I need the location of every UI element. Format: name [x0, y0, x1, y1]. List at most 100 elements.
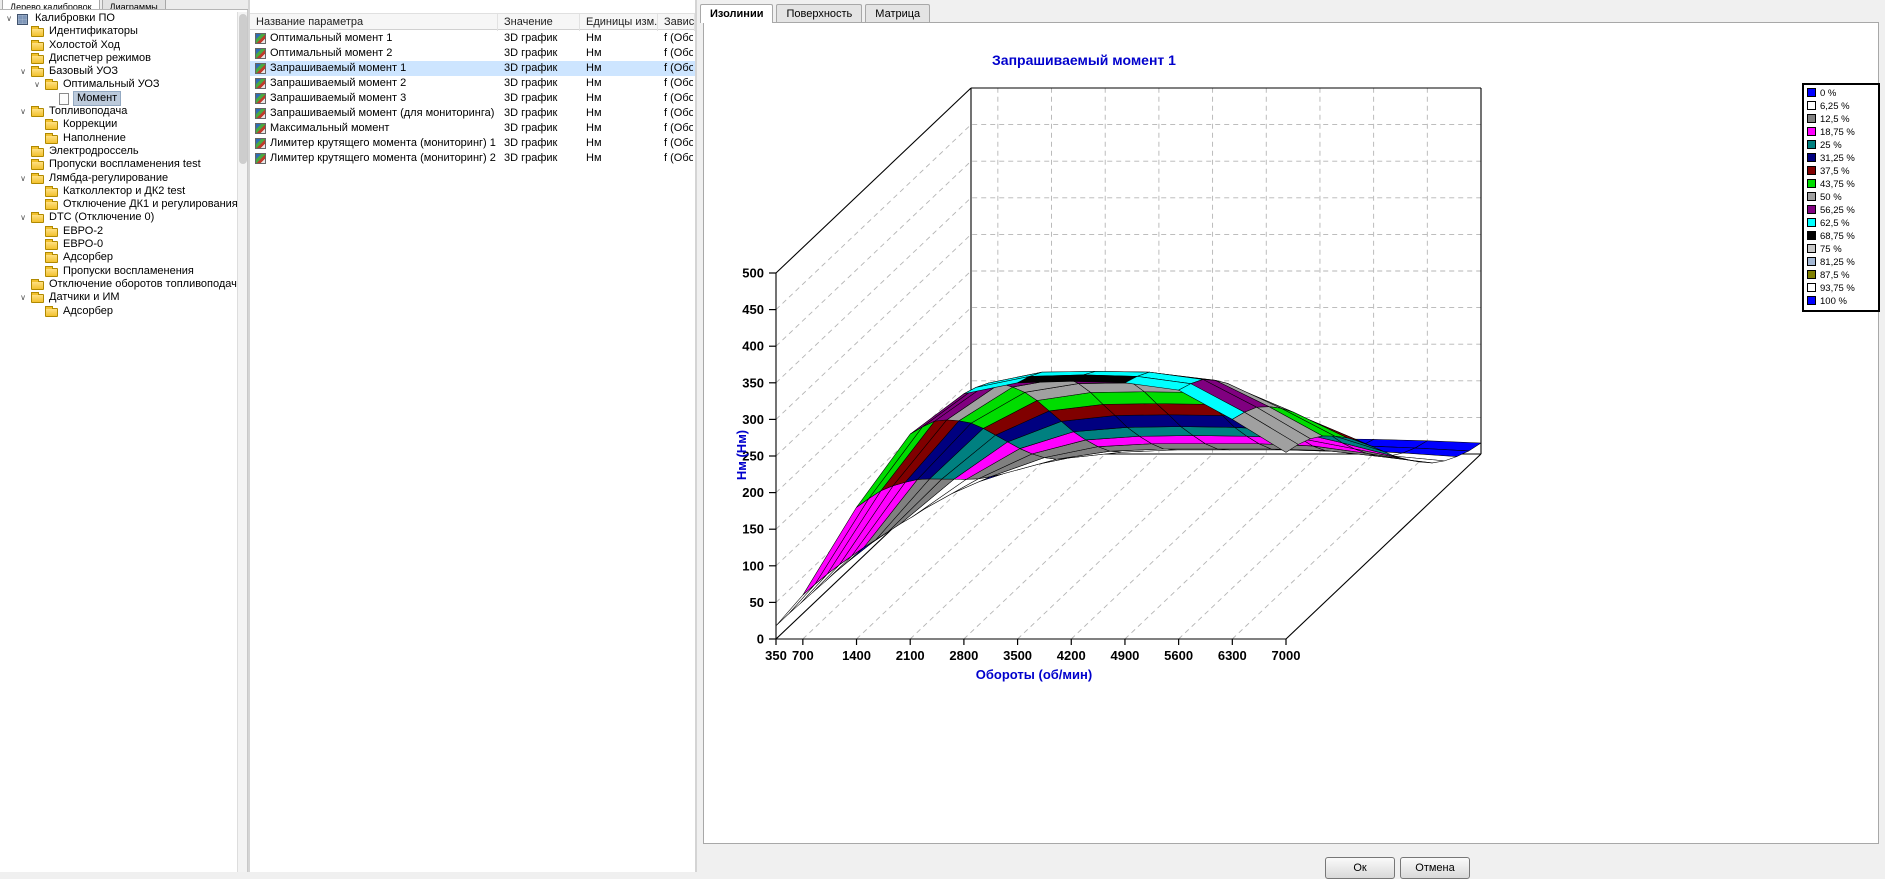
tree-item[interactable]: Отключение ДК1 и регулирования	[0, 198, 238, 211]
legend-label: 56,25 %	[1820, 205, 1855, 216]
tab-isolines[interactable]: Изолинии	[700, 4, 773, 23]
legend-item: 56,25 %	[1807, 204, 1875, 217]
tree-item[interactable]: Адсорбер	[0, 251, 238, 264]
y-tick-label: 200	[742, 485, 764, 500]
tree-item[interactable]: Коррекции	[0, 118, 238, 131]
legend-color-swatch	[1807, 231, 1816, 240]
legend-item: 43,75 %	[1807, 178, 1875, 191]
table-row[interactable]: Запрашиваемый момент 13D графикНмf (Обо	[250, 61, 695, 76]
tree-item[interactable]: Катколлектор и ДК2 test	[0, 185, 238, 198]
cell-dep: f (Обо	[664, 76, 693, 91]
legend-color-swatch	[1807, 166, 1816, 175]
x-tick-label: 5600	[1164, 648, 1193, 663]
tree-item-label: DTC (Отключение 0)	[46, 211, 157, 224]
tree-item[interactable]: Идентификаторы	[0, 25, 238, 38]
tree-item[interactable]: ∨ DTC (Отключение 0)	[0, 211, 238, 224]
tree-item-label: Адсорбер	[60, 305, 116, 318]
left-tab[interactable]: Дерево калибровок	[2, 0, 100, 9]
tree-item[interactable]: Наполнение	[0, 132, 238, 145]
folder-icon	[45, 121, 58, 130]
x-tick-label: 700	[792, 648, 814, 663]
legend-label: 93,75 %	[1820, 283, 1855, 294]
tree-item[interactable]: ЕВРО-2	[0, 225, 238, 238]
table-row[interactable]: Запрашиваемый момент 23D графикНмf (Обо	[250, 76, 695, 91]
tree-item[interactable]: ЕВРО-0	[0, 238, 238, 251]
grid-line	[776, 198, 1481, 383]
grid-line	[776, 125, 1481, 310]
expander-icon[interactable]: ∨	[18, 292, 28, 303]
grid-line	[964, 88, 1159, 639]
tree-item[interactable]: ∨Калибровки ПО	[0, 12, 238, 25]
folder-icon	[31, 281, 44, 290]
tree-item[interactable]: ∨Базовый УОЗ	[0, 65, 238, 78]
tree-item[interactable]: ∨Топливоподача	[0, 105, 238, 118]
torque-3d-chart[interactable]: 0501001502002503003504004505003507001400…	[704, 23, 1878, 843]
cell-name: Лимитер крутящего момента (мониторинг) 2	[270, 151, 496, 166]
expander-icon[interactable]: ∨	[18, 173, 28, 184]
table-row[interactable]: Максимальный момент3D графикНмf (Обо	[250, 121, 695, 136]
surface-cell	[776, 584, 815, 626]
table-row[interactable]: Запрашиваемый момент 33D графикНмf (Обо	[250, 91, 695, 106]
tree-item[interactable]: ∨Оптимальный УОЗ	[0, 78, 238, 91]
chip-icon	[17, 14, 28, 25]
tree-item[interactable]: Момент	[0, 92, 238, 105]
tree-item[interactable]: Пропуски воспламенения test	[0, 158, 238, 171]
scrollbar-thumb[interactable]	[239, 14, 247, 164]
expander-icon[interactable]: ∨	[4, 13, 14, 24]
ok-button[interactable]: Ок	[1325, 857, 1395, 879]
tree-item[interactable]: Диспетчер режимов	[0, 52, 238, 65]
tab-surface[interactable]: Поверхность	[776, 4, 862, 22]
parameter-table-panel: Название параметраЗначениеЕдиницы изм...…	[250, 0, 695, 872]
expander-icon[interactable]: ∨	[18, 212, 28, 223]
cell-dep: f (Обо	[664, 31, 693, 46]
expander-icon[interactable]: ∨	[32, 79, 42, 90]
tree-item[interactable]: Холостой Ход	[0, 39, 238, 52]
chart-area: 0501001502002503003504004505003507001400…	[703, 22, 1879, 844]
cell-units: Нм	[586, 106, 656, 121]
column-header-name[interactable]: Название параметра	[250, 14, 498, 31]
column-header-value[interactable]: Значение	[498, 14, 580, 31]
legend-color-swatch	[1807, 179, 1816, 188]
table-row[interactable]: Лимитер крутящего момента (мониторинг) 1…	[250, 136, 695, 151]
expander-icon[interactable]: ∨	[18, 66, 28, 77]
cell-name: Запрашиваемый момент 3	[270, 91, 496, 106]
legend-color-swatch	[1807, 270, 1816, 279]
table-row[interactable]: Запрашиваемый момент (для мониторинга)3D…	[250, 106, 695, 121]
cell-dep: f (Обо	[664, 91, 693, 106]
tree-item-label: Электродроссель	[46, 145, 142, 158]
cell-dep: f (Обо	[664, 136, 693, 151]
tree-item[interactable]: Адсорбер	[0, 305, 238, 318]
legend-color-swatch	[1807, 257, 1816, 266]
legend-item: 93,75 %	[1807, 282, 1875, 295]
column-header-dep[interactable]: Завис...	[658, 14, 695, 31]
axis-line	[1286, 454, 1481, 639]
expander-icon[interactable]: ∨	[18, 106, 28, 117]
table-row[interactable]: Лимитер крутящего момента (мониторинг) 2…	[250, 151, 695, 166]
tree-item[interactable]: Отключение оборотов топливоподачи	[0, 278, 238, 291]
tree-item-label: Отключение ДК1 и регулирования	[60, 198, 238, 211]
table-row[interactable]: Оптимальный момент 13D графикНмf (Обо	[250, 31, 695, 46]
chart-dialog-panel: ИзолинииПоверхностьМатрица 0501001502002…	[697, 0, 1885, 872]
folder-icon	[45, 241, 58, 250]
tree-item[interactable]: Электродроссель	[0, 145, 238, 158]
tree-item-label: ЕВРО-0	[60, 238, 106, 251]
tree-item[interactable]: ∨Датчики и ИМ	[0, 291, 238, 304]
legend-item: 31,25 %	[1807, 152, 1875, 165]
cancel-button[interactable]: Отмена	[1400, 857, 1470, 879]
folder-icon	[31, 28, 44, 37]
grid-line	[1179, 88, 1374, 639]
grid-line	[857, 88, 1052, 639]
legend-label: 87,5 %	[1820, 270, 1850, 281]
table-row[interactable]: Оптимальный момент 23D графикНмf (Обо	[250, 46, 695, 61]
legend: 0 %6,25 %12,5 %18,75 %25 %31,25 %37,5 %4…	[1802, 83, 1880, 312]
tab-matrix[interactable]: Матрица	[865, 4, 930, 22]
x-tick-label: 3500	[1003, 648, 1032, 663]
cell-name: Запрашиваемый момент 1	[270, 61, 496, 76]
column-header-units[interactable]: Единицы изм...	[580, 14, 658, 31]
tree-item[interactable]: ∨ Лямбда-регулирование	[0, 172, 238, 185]
tree-item-label: Лямбда-регулирование	[46, 172, 171, 185]
tree-scrollbar[interactable]	[237, 12, 247, 872]
left-tab[interactable]: Диаграммы	[102, 0, 166, 9]
cell-value: 3D график	[504, 151, 578, 166]
tree-item[interactable]: Пропуски воспламенения	[0, 265, 238, 278]
